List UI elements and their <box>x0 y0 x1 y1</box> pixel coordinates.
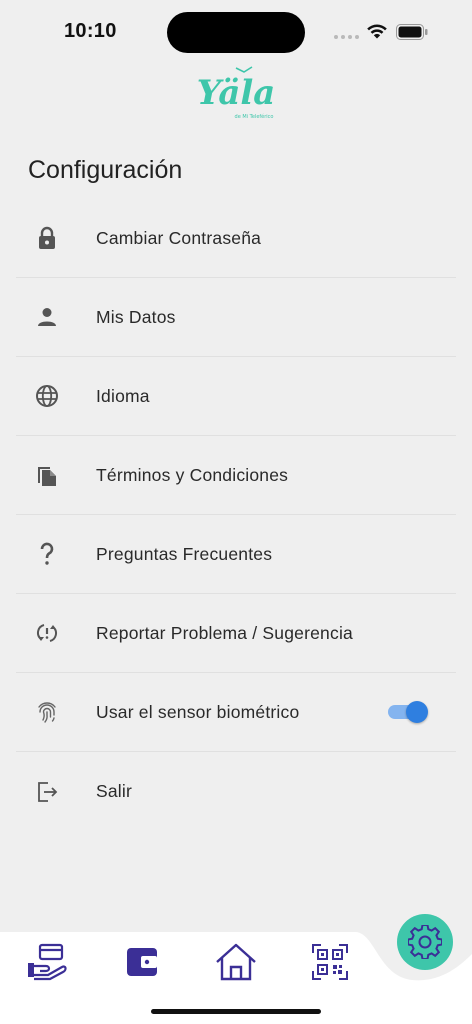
yala-logo: Yäla de Mi Teleférico <box>197 66 276 120</box>
status-time: 10:10 <box>64 20 117 42</box>
nav-wallet[interactable] <box>120 940 164 984</box>
nav-qr[interactable] <box>308 940 352 984</box>
home-icon <box>216 943 256 981</box>
menu-item-report[interactable]: Reportar Problema / Sugerencia <box>16 594 456 673</box>
home-indicator <box>151 1009 321 1014</box>
menu-item-label: Usar el sensor biométrico <box>96 701 300 722</box>
menu-item-change-password[interactable]: Cambiar Contraseña <box>16 199 456 278</box>
logout-icon <box>34 779 60 805</box>
payment-hand-icon <box>28 943 67 981</box>
documents-icon <box>34 462 60 488</box>
settings-menu: Cambiar Contraseña Mis Datos Idioma Térm… <box>16 199 456 831</box>
page-title: Configuración <box>28 156 183 184</box>
lock-icon <box>34 225 60 251</box>
menu-item-label: Mis Datos <box>96 306 176 327</box>
nav-home[interactable] <box>214 940 258 984</box>
battery-icon <box>396 24 428 40</box>
svg-text:Yäla: Yäla <box>197 73 276 113</box>
svg-text:de Mi Teleférico: de Mi Teleférico <box>235 113 274 120</box>
menu-item-faq[interactable]: Preguntas Frecuentes <box>16 515 456 594</box>
menu-item-label: Salir <box>96 781 133 801</box>
dynamic-island <box>167 12 305 53</box>
qr-code-icon <box>312 944 348 980</box>
status-bar: 10:10 <box>0 0 472 60</box>
menu-item-logout[interactable]: Salir <box>16 752 456 831</box>
fingerprint-icon <box>34 699 60 725</box>
biometric-toggle[interactable] <box>388 701 428 723</box>
menu-item-biometric: Usar el sensor biométrico <box>16 673 456 752</box>
nav-settings-active[interactable] <box>397 914 453 970</box>
menu-item-label: Preguntas Frecuentes <box>96 543 273 564</box>
menu-item-label: Reportar Problema / Sugerencia <box>96 622 353 643</box>
person-icon <box>34 304 60 330</box>
bottom-navigation <box>0 914 472 1024</box>
signal-icon <box>334 35 359 39</box>
menu-item-terms[interactable]: Términos y Condiciones <box>16 436 456 515</box>
menu-item-my-data[interactable]: Mis Datos <box>16 278 456 357</box>
question-icon <box>34 541 60 567</box>
wifi-icon <box>367 24 387 39</box>
menu-item-language[interactable]: Idioma <box>16 357 456 436</box>
globe-icon <box>34 383 60 409</box>
menu-item-label: Cambiar Contraseña <box>96 227 262 248</box>
menu-item-label: Idioma <box>96 385 150 406</box>
report-icon <box>34 620 60 646</box>
settings-gear-icon <box>408 925 442 959</box>
nav-payments[interactable] <box>25 940 69 984</box>
menu-item-label: Términos y Condiciones <box>96 464 289 485</box>
wallet-icon <box>127 948 157 976</box>
